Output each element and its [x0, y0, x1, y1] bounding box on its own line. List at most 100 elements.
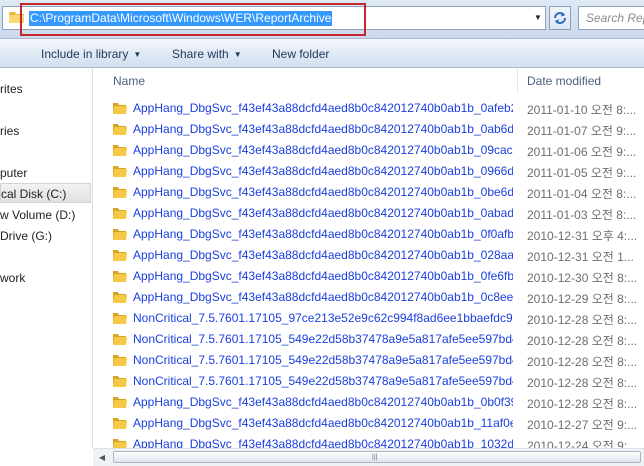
folder-icon — [113, 313, 127, 324]
file-name[interactable]: AppHang_DbgSvc_f43ef43a88dcfd4aed8b0c842… — [133, 416, 513, 430]
share-with-button[interactable]: Share with ▼ — [172, 46, 242, 62]
file-name[interactable]: AppHang_DbgSvc_f43ef43a88dcfd4aed8b0c842… — [133, 101, 513, 115]
search-input[interactable] — [579, 7, 644, 29]
nav-item-favorites[interactable]: rites — [0, 79, 23, 99]
nav-item-new-volume-d[interactable]: w Volume (D:) — [0, 205, 75, 225]
file-name[interactable]: AppHang_DbgSvc_f43ef43a88dcfd4aed8b0c842… — [133, 227, 513, 241]
table-row[interactable]: NonCritical_7.5.7601.17105_549e22d58b374… — [93, 329, 644, 350]
folder-icon — [113, 103, 127, 114]
include-in-library-label: Include in library — [41, 47, 129, 61]
file-date-modified: 2010-12-29 오전 8:... — [527, 292, 638, 306]
table-row[interactable]: NonCritical_7.5.7601.17105_549e22d58b374… — [93, 350, 644, 371]
table-row[interactable]: AppHang_DbgSvc_f43ef43a88dcfd4aed8b0c842… — [93, 392, 644, 413]
file-name[interactable]: AppHang_DbgSvc_f43ef43a88dcfd4aed8b0c842… — [133, 122, 513, 136]
nav-item-drive-g[interactable]: Drive (G:) — [0, 226, 52, 246]
folder-icon — [113, 124, 127, 135]
file-name[interactable]: AppHang_DbgSvc_f43ef43a88dcfd4aed8b0c842… — [133, 437, 513, 448]
file-name[interactable]: AppHang_DbgSvc_f43ef43a88dcfd4aed8b0c842… — [133, 395, 513, 409]
search-box[interactable] — [578, 6, 644, 30]
chevron-down-icon[interactable]: ▼ — [533, 14, 543, 22]
table-row[interactable]: AppHang_DbgSvc_f43ef43a88dcfd4aed8b0c842… — [93, 203, 644, 224]
file-date-modified: 2010-12-28 오전 8:... — [527, 397, 638, 411]
folder-icon — [113, 271, 127, 282]
file-date-modified: 2010-12-31 오전 1... — [527, 250, 634, 264]
address-highlight-frame — [20, 3, 366, 36]
file-date-modified: 2011-01-05 오전 9:... — [527, 166, 637, 180]
folder-icon — [113, 334, 127, 345]
table-row[interactable]: AppHang_DbgSvc_f43ef43a88dcfd4aed8b0c842… — [93, 140, 644, 161]
file-name[interactable]: AppHang_DbgSvc_f43ef43a88dcfd4aed8b0c842… — [133, 248, 513, 262]
scroll-left-icon[interactable]: ◀ — [95, 451, 109, 464]
file-name[interactable]: NonCritical_7.5.7601.17105_97ce213e52e9c… — [133, 311, 513, 325]
file-name[interactable]: AppHang_DbgSvc_f43ef43a88dcfd4aed8b0c842… — [133, 269, 513, 283]
column-header-name[interactable]: Name — [113, 74, 145, 88]
file-name[interactable]: AppHang_DbgSvc_f43ef43a88dcfd4aed8b0c842… — [133, 185, 513, 199]
folder-icon — [113, 376, 127, 387]
command-toolbar: Include in library ▼ Share with ▼ New fold… — [0, 39, 644, 68]
folder-icon — [113, 187, 127, 198]
folder-icon — [113, 355, 127, 366]
navigation-pane: rites ries puter cal Disk (C:) w Volume … — [0, 68, 93, 465]
file-name[interactable]: NonCritical_7.5.7601.17105_549e22d58b374… — [133, 332, 513, 346]
file-date-modified: 2010-12-24 오전 9:... — [527, 439, 638, 448]
column-header-row: Name Date modified — [93, 68, 644, 94]
address-bar-region: C:\ProgramData\Microsoft\Windows\WER\Rep… — [0, 0, 644, 39]
nav-item-network[interactable]: work — [0, 268, 25, 288]
file-date-modified: 2011-01-07 오전 9:... — [527, 124, 637, 138]
table-row[interactable]: AppHang_DbgSvc_f43ef43a88dcfd4aed8b0c842… — [93, 245, 644, 266]
folder-icon — [113, 229, 127, 240]
file-name[interactable]: AppHang_DbgSvc_f43ef43a88dcfd4aed8b0c842… — [133, 206, 513, 220]
table-row[interactable]: AppHang_DbgSvc_f43ef43a88dcfd4aed8b0c842… — [93, 266, 644, 287]
file-name[interactable]: AppHang_DbgSvc_f43ef43a88dcfd4aed8b0c842… — [133, 290, 513, 304]
horizontal-scrollbar[interactable]: ◀ ||| — [93, 448, 644, 466]
file-date-modified: 2010-12-31 오후 4:... — [527, 229, 638, 243]
column-separator[interactable] — [517, 68, 518, 94]
new-folder-button[interactable]: New folder — [272, 46, 329, 62]
new-folder-label: New folder — [272, 47, 330, 61]
file-name[interactable]: NonCritical_7.5.7601.17105_549e22d58b374… — [133, 353, 513, 367]
file-date-modified: 2011-01-04 오전 8:... — [527, 187, 637, 201]
table-row[interactable]: AppHang_DbgSvc_f43ef43a88dcfd4aed8b0c842… — [93, 161, 644, 182]
folder-icon — [113, 397, 127, 408]
include-in-library-button[interactable]: Include in library ▼ — [41, 46, 141, 62]
refresh-button[interactable] — [549, 6, 571, 30]
grip-icon: ||| — [372, 454, 378, 461]
table-row[interactable]: AppHang_DbgSvc_f43ef43a88dcfd4aed8b0c842… — [93, 98, 644, 119]
table-row[interactable]: AppHang_DbgSvc_f43ef43a88dcfd4aed8b0c842… — [93, 224, 644, 245]
file-date-modified: 2010-12-28 오전 8:... — [527, 355, 638, 369]
table-row[interactable]: AppHang_DbgSvc_f43ef43a88dcfd4aed8b0c842… — [93, 434, 644, 448]
file-date-modified: 2011-01-06 오전 9:... — [527, 145, 637, 159]
file-name[interactable]: NonCritical_7.5.7601.17105_549e22d58b374… — [133, 374, 513, 388]
file-date-modified: 2010-12-28 오전 8:... — [527, 334, 638, 348]
nav-pane-bottom — [0, 448, 93, 465]
folder-icon — [113, 166, 127, 177]
folder-icon — [113, 418, 127, 429]
file-date-modified: 2011-01-10 오전 8:... — [527, 103, 637, 117]
file-date-modified: 2010-12-28 오전 8:... — [527, 313, 638, 327]
nav-item-computer[interactable]: puter — [0, 163, 27, 183]
folder-icon — [113, 250, 127, 261]
table-row[interactable]: NonCritical_7.5.7601.17105_97ce213e52e9c… — [93, 308, 644, 329]
table-row[interactable]: AppHang_DbgSvc_f43ef43a88dcfd4aed8b0c842… — [93, 413, 644, 434]
scrollbar-thumb[interactable]: ||| — [113, 451, 641, 463]
folder-icon — [113, 145, 127, 156]
chevron-down-icon: ▼ — [133, 50, 142, 59]
table-row[interactable]: AppHang_DbgSvc_f43ef43a88dcfd4aed8b0c842… — [93, 287, 644, 308]
nav-item-local-disk-c[interactable]: cal Disk (C:) — [0, 183, 91, 203]
share-with-label: Share with — [172, 47, 229, 61]
file-date-modified: 2010-12-28 오전 8:... — [527, 376, 638, 390]
table-row[interactable]: AppHang_DbgSvc_f43ef43a88dcfd4aed8b0c842… — [93, 182, 644, 203]
folder-icon — [113, 439, 127, 448]
refresh-icon — [554, 12, 566, 24]
file-date-modified: 2010-12-27 오전 9:... — [527, 418, 638, 432]
column-header-date-modified[interactable]: Date modified — [527, 74, 601, 88]
nav-item-libraries[interactable]: ries — [0, 121, 19, 141]
table-row[interactable]: NonCritical_7.5.7601.17105_549e22d58b374… — [93, 371, 644, 392]
folder-icon — [113, 208, 127, 219]
file-date-modified: 2011-01-03 오전 8:... — [527, 208, 637, 222]
chevron-down-icon: ▼ — [233, 50, 242, 59]
folder-icon — [113, 292, 127, 303]
table-row[interactable]: AppHang_DbgSvc_f43ef43a88dcfd4aed8b0c842… — [93, 119, 644, 140]
file-name[interactable]: AppHang_DbgSvc_f43ef43a88dcfd4aed8b0c842… — [133, 164, 513, 178]
file-name[interactable]: AppHang_DbgSvc_f43ef43a88dcfd4aed8b0c842… — [133, 143, 513, 157]
